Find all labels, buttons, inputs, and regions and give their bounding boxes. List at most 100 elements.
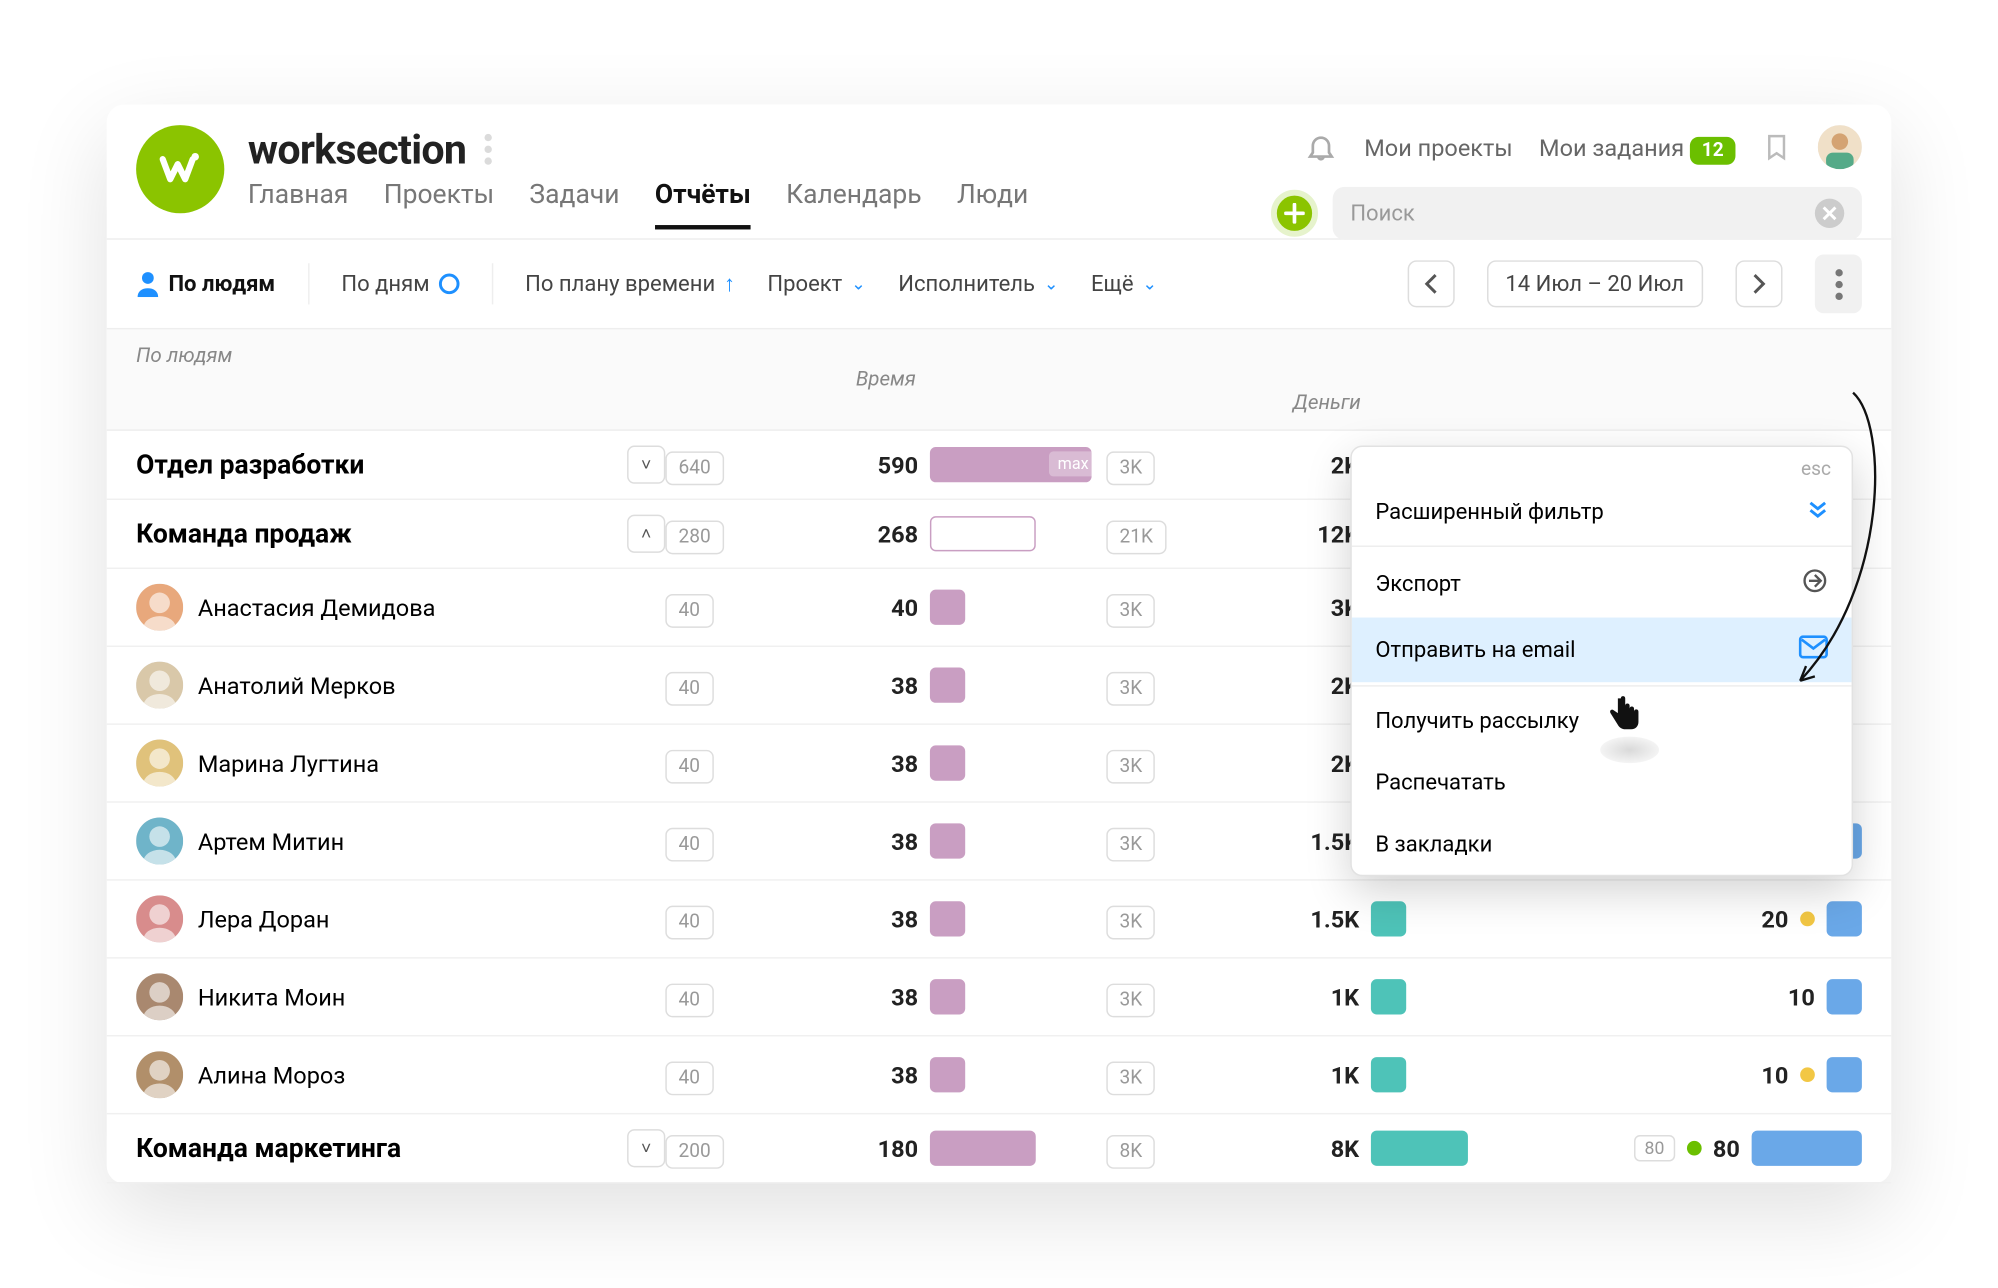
expand-toggle[interactable]: ˅ [627,1129,665,1167]
clear-search-icon[interactable] [1815,199,1844,228]
chevron-down-icon: ⌄ [1142,274,1157,295]
money-actual: 1K [1239,983,1371,1011]
column-headers: По людям Время Деньги [107,329,1892,430]
money-bar [1371,901,1406,936]
tab-home[interactable]: Главная [248,179,349,229]
task-count-badge: 12 [1690,136,1735,164]
member-row[interactable]: Никита Моин 40 38 3K 1K 10 [107,959,1892,1037]
popup-export[interactable]: Экспорт [1352,550,1852,618]
user-avatar[interactable] [1818,125,1862,169]
tab-people[interactable]: Люди [957,179,1028,229]
time-actual: 38 [798,905,930,933]
money-actual: 8K [1239,1134,1371,1162]
time-actual: 38 [798,1061,930,1089]
chevron-down-icon: ⌄ [851,274,866,295]
member-name: Лера Доран [198,905,330,933]
time-actual: 38 [798,983,930,1011]
search-input[interactable]: Поиск [1333,187,1862,240]
person-icon [136,271,160,297]
date-prev-button[interactable] [1407,260,1454,307]
money-actual: 1.5K [1239,905,1371,933]
group-name: Команда продаж [136,518,352,549]
money-bar [1371,979,1406,1014]
time-plan: 280 [665,520,724,554]
date-next-button[interactable] [1735,260,1782,307]
add-button[interactable] [1271,190,1318,237]
tab-calendar[interactable]: Календарь [786,179,922,229]
mail-icon [1799,635,1828,664]
task-bar [1827,901,1862,936]
filter-more[interactable]: Ещё ⌄ [1091,271,1157,297]
task-bar [1827,1057,1862,1092]
expand-toggle[interactable]: ˅ [627,446,665,484]
time-actual: 40 [798,593,930,621]
member-avatar [136,1051,183,1098]
tab-projects[interactable]: Проекты [384,179,494,229]
col-time: Время [665,368,1106,392]
filter-assignee[interactable]: Исполнитель ⌄ [898,271,1058,297]
popup-send-email[interactable]: Отправить на email [1352,618,1852,683]
time-actual: 590 [798,451,930,479]
member-row[interactable]: Лера Доран 40 38 3K 1.5K 20 [107,881,1892,959]
popup-print[interactable]: Распечатать [1352,751,1852,813]
time-plan: 40 [665,827,713,861]
time-plan: 200 [665,1134,724,1168]
member-name: Анатолий Мерков [198,671,396,699]
member-avatar [136,973,183,1020]
link-my-tasks[interactable]: Мои задания 12 [1539,133,1735,161]
task-bar [1827,979,1862,1014]
bell-icon[interactable] [1305,131,1337,163]
money-plan: 3K [1106,749,1155,783]
popup-esc-hint[interactable]: esc [1352,447,1852,481]
time-actual: 268 [798,520,930,548]
brand-logo[interactable] [136,125,224,213]
group-row[interactable]: Команда маркетинга ˅ 200 180 8K 8K 8080 [107,1114,1892,1183]
circle-icon [438,274,459,295]
time-actual: 38 [798,671,930,699]
money-plan: 8K [1106,1134,1155,1168]
money-plan: 3K [1106,593,1155,627]
popup-bookmarks[interactable]: В закладки [1352,813,1852,875]
cursor-hand-icon [1603,693,1644,734]
brand-menu-dots[interactable] [484,134,491,165]
expand-toggle[interactable]: ˄ [627,515,665,553]
member-avatar [136,895,183,942]
money-plan: 3K [1106,671,1155,705]
sort-asc-icon: ↑ [724,271,735,297]
filter-by-people[interactable]: По людям [136,271,275,297]
time-actual: 180 [798,1134,930,1162]
member-row[interactable]: Алина Мороз 40 38 3K 1K 10 [107,1036,1892,1114]
tab-tasks[interactable]: Задачи [529,179,619,229]
money-actual: 1K [1239,1061,1371,1089]
filter-project[interactable]: Проект ⌄ [767,271,866,297]
member-avatar [136,662,183,709]
more-actions-button[interactable] [1815,254,1862,313]
filter-by-plan[interactable]: По плану времени ↑ [525,271,735,297]
filter-bar: По людям По дням По плану времени ↑ Прое… [107,238,1892,329]
col-money: Деньги [1106,391,1547,415]
tab-reports[interactable]: Отчёты [655,179,751,229]
money-plan: 3K [1106,1061,1155,1095]
time-plan: 40 [665,671,713,705]
money-plan: 3K [1106,827,1155,861]
member-avatar [136,740,183,787]
time-plan: 40 [665,1061,713,1095]
time-actual: 38 [798,827,930,855]
popup-subscribe[interactable]: Получить рассылку [1352,690,1852,752]
bookmark-icon[interactable] [1762,130,1791,165]
link-my-projects[interactable]: Мои проекты [1364,133,1512,161]
header: worksection Главная Проекты Задачи Отчёт… [107,105,1892,230]
popup-advanced-filter[interactable]: Расширенный фильтр [1352,481,1852,543]
actions-popup: esc Расширенный фильтр Экспорт Отправить… [1350,446,1853,877]
date-range[interactable]: 14 Июл – 20 Июл [1486,260,1703,307]
money-plan: 3K [1106,983,1155,1017]
plus-icon [1284,203,1305,224]
member-avatar [136,584,183,631]
money-plan: 3K [1106,905,1155,939]
header-right: Мои проекты Мои задания 12 Поиск [1271,125,1862,240]
worksection-icon [155,144,205,194]
money-plan: 21K [1106,520,1166,554]
filter-by-days[interactable]: По дням [341,271,459,297]
cursor-shadow [1600,737,1659,763]
member-name: Анастасия Демидова [198,593,436,621]
